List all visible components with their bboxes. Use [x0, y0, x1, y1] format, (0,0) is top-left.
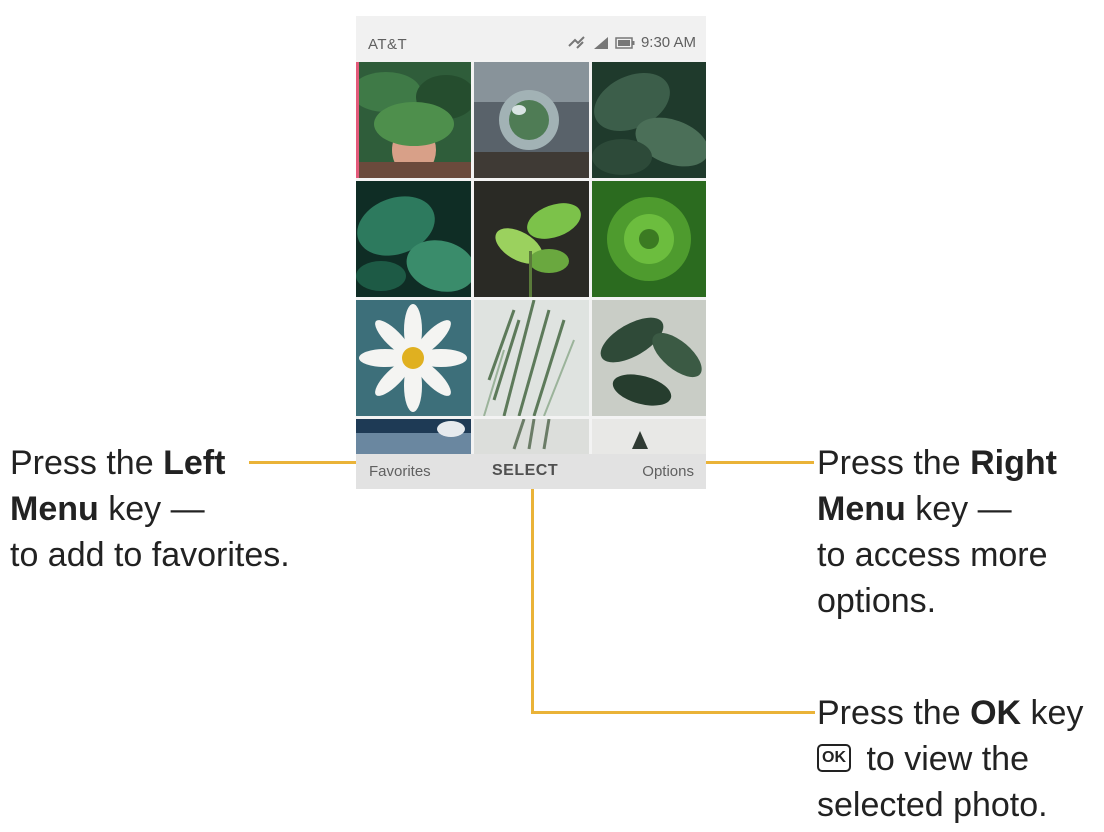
photo-thumbnail[interactable] [592, 62, 706, 178]
softkey-bar: Favorites SELECT Options [356, 454, 706, 489]
left-callout-line-2: Menu key — [10, 490, 205, 528]
center-callout-connector-horizontal [531, 711, 815, 714]
photo-thumbnail[interactable] [356, 300, 471, 416]
photo-thumbnail[interactable] [592, 300, 706, 416]
photo-thumbnail[interactable] [474, 181, 589, 297]
battery-icon [615, 36, 635, 49]
options-softkey[interactable]: Options [642, 463, 694, 480]
select-softkey[interactable]: SELECT [492, 462, 558, 480]
photo-thumbnail[interactable] [356, 181, 471, 297]
left-callout-line-1: Press the Left [10, 444, 226, 482]
photo-thumbnail[interactable] [356, 62, 471, 178]
photo-grid [356, 62, 706, 462]
signal-icon [593, 36, 609, 50]
left-menu-callout: Press the Left Menu key — to add to favo… [10, 440, 290, 578]
right-callout-line-1: Press the Right [817, 444, 1057, 482]
right-callout-line-3: to access more [817, 536, 1048, 574]
ok-callout-line-2: OK to view the [817, 736, 1083, 782]
left-callout-line-3: to add to favorites. [10, 536, 290, 574]
carrier-label: AT&T [368, 36, 408, 53]
right-menu-callout: Press the Right Menu key — to access mor… [817, 440, 1057, 624]
right-callout-line-4: options. [817, 582, 937, 620]
photo-thumbnail[interactable] [474, 300, 589, 416]
photo-thumbnail[interactable] [592, 181, 706, 297]
ok-callout-line-1: Press the OK key [817, 694, 1084, 732]
status-time: 9:30 AM [640, 34, 696, 51]
phone-screen: AT&T 9:30 AM Favorites SELECT Options [356, 16, 706, 489]
status-bar: AT&T 9:30 AM [356, 16, 706, 60]
right-callout-connector [706, 461, 814, 464]
ok-key-icon: OK [817, 744, 851, 773]
ok-key-callout: Press the OK key OK to view the selected… [817, 690, 1083, 828]
favorites-softkey[interactable]: Favorites [369, 463, 431, 480]
photo-thumbnail[interactable] [474, 62, 589, 178]
no-sim-icon [567, 35, 587, 50]
ok-callout-line-3: selected photo. [817, 786, 1048, 824]
center-callout-connector-vertical [531, 489, 534, 713]
right-callout-line-2: Menu key — [817, 490, 1012, 528]
status-icons: 9:30 AM [567, 34, 696, 51]
